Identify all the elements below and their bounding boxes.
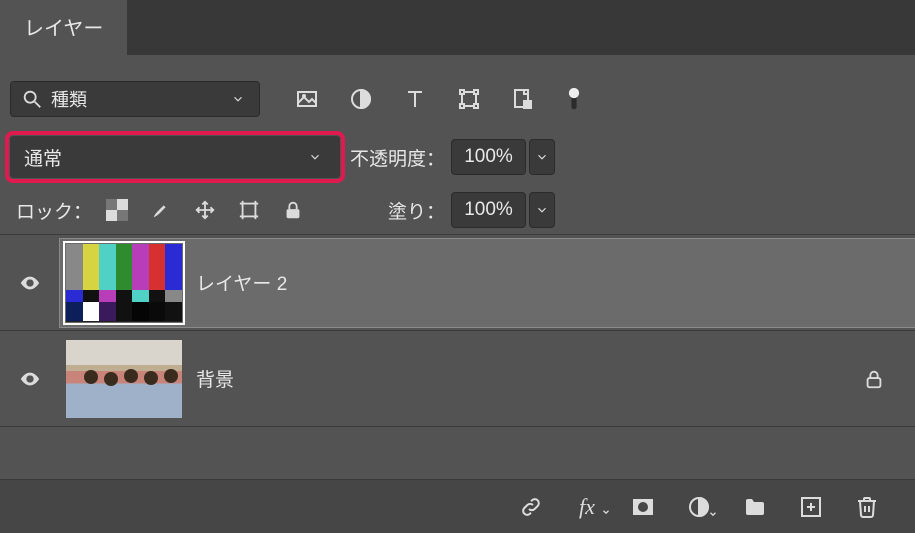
blend-row: 通常 不透明度： 100% — [0, 128, 915, 186]
visibility-eye-icon[interactable] — [19, 368, 41, 390]
layer-thumbnail[interactable] — [66, 244, 182, 322]
filter-row: 種類 — [0, 70, 915, 128]
layer-name[interactable]: 背景 — [196, 365, 234, 392]
lock-all-icon[interactable] — [282, 199, 304, 221]
layers-end — [0, 426, 915, 456]
filter-toggle-switch[interactable] — [565, 87, 583, 111]
opacity-dropdown[interactable] — [529, 139, 555, 175]
tab-bar — [127, 0, 915, 55]
lock-artboard-icon[interactable] — [238, 199, 260, 221]
chevron-down-icon — [531, 146, 553, 168]
fill-dropdown[interactable] — [529, 192, 555, 228]
lock-row: ロック： 塗り： 100% — [0, 186, 915, 234]
layer-thumbnail[interactable] — [66, 340, 182, 418]
adjustment-layer-icon[interactable] — [687, 495, 711, 519]
fx-icon[interactable]: fx — [575, 495, 599, 519]
smartobject-filter-icon[interactable] — [511, 87, 535, 111]
chevron-down-icon — [227, 88, 249, 110]
folder-icon[interactable] — [743, 495, 767, 519]
filter-type-select[interactable]: 種類 — [10, 81, 260, 117]
layer-row[interactable]: レイヤー 2 — [0, 234, 915, 330]
trash-icon[interactable] — [855, 495, 879, 519]
layers-tab-label: レイヤー — [24, 12, 103, 41]
lock-move-icon[interactable] — [194, 199, 216, 221]
filter-type-label: 種類 — [51, 86, 87, 112]
adjustment-filter-icon[interactable] — [349, 87, 373, 111]
chevron-down-icon — [531, 199, 553, 221]
shape-filter-icon[interactable] — [457, 87, 481, 111]
new-layer-icon[interactable] — [799, 495, 823, 519]
panel-menu-icon[interactable] — [873, 17, 895, 39]
layers-list: レイヤー 2 背景 — [0, 234, 915, 456]
lock-icon — [863, 368, 885, 390]
lock-icons — [106, 199, 304, 221]
lock-transparency-icon[interactable] — [106, 199, 128, 221]
link-layers-icon[interactable] — [519, 495, 543, 519]
opacity-label: 不透明度： — [350, 144, 445, 171]
panel-footer: fx — [0, 479, 915, 533]
layers-tab[interactable]: レイヤー — [0, 0, 127, 55]
chevron-down-icon — [304, 146, 326, 168]
text-filter-icon[interactable] — [403, 87, 427, 111]
image-filter-icon[interactable] — [295, 87, 319, 111]
search-icon — [21, 88, 43, 110]
lock-brush-icon[interactable] — [150, 199, 172, 221]
blend-mode-value: 通常 — [24, 144, 62, 171]
opacity-input[interactable]: 100% — [451, 139, 526, 175]
fill-input[interactable]: 100% — [451, 192, 526, 228]
blend-mode-select[interactable]: 通常 — [10, 136, 340, 178]
lock-label: ロック： — [16, 197, 92, 224]
layer-row[interactable]: 背景 — [0, 330, 915, 426]
mask-icon[interactable] — [631, 495, 655, 519]
visibility-eye-icon[interactable] — [19, 272, 41, 294]
opacity-value: 100% — [464, 146, 513, 168]
filter-icons — [295, 87, 583, 111]
layer-name[interactable]: レイヤー 2 — [196, 269, 287, 296]
panel-header: レイヤー — [0, 0, 915, 55]
fill-label: 塗り： — [388, 197, 445, 224]
fill-value: 100% — [464, 199, 513, 221]
